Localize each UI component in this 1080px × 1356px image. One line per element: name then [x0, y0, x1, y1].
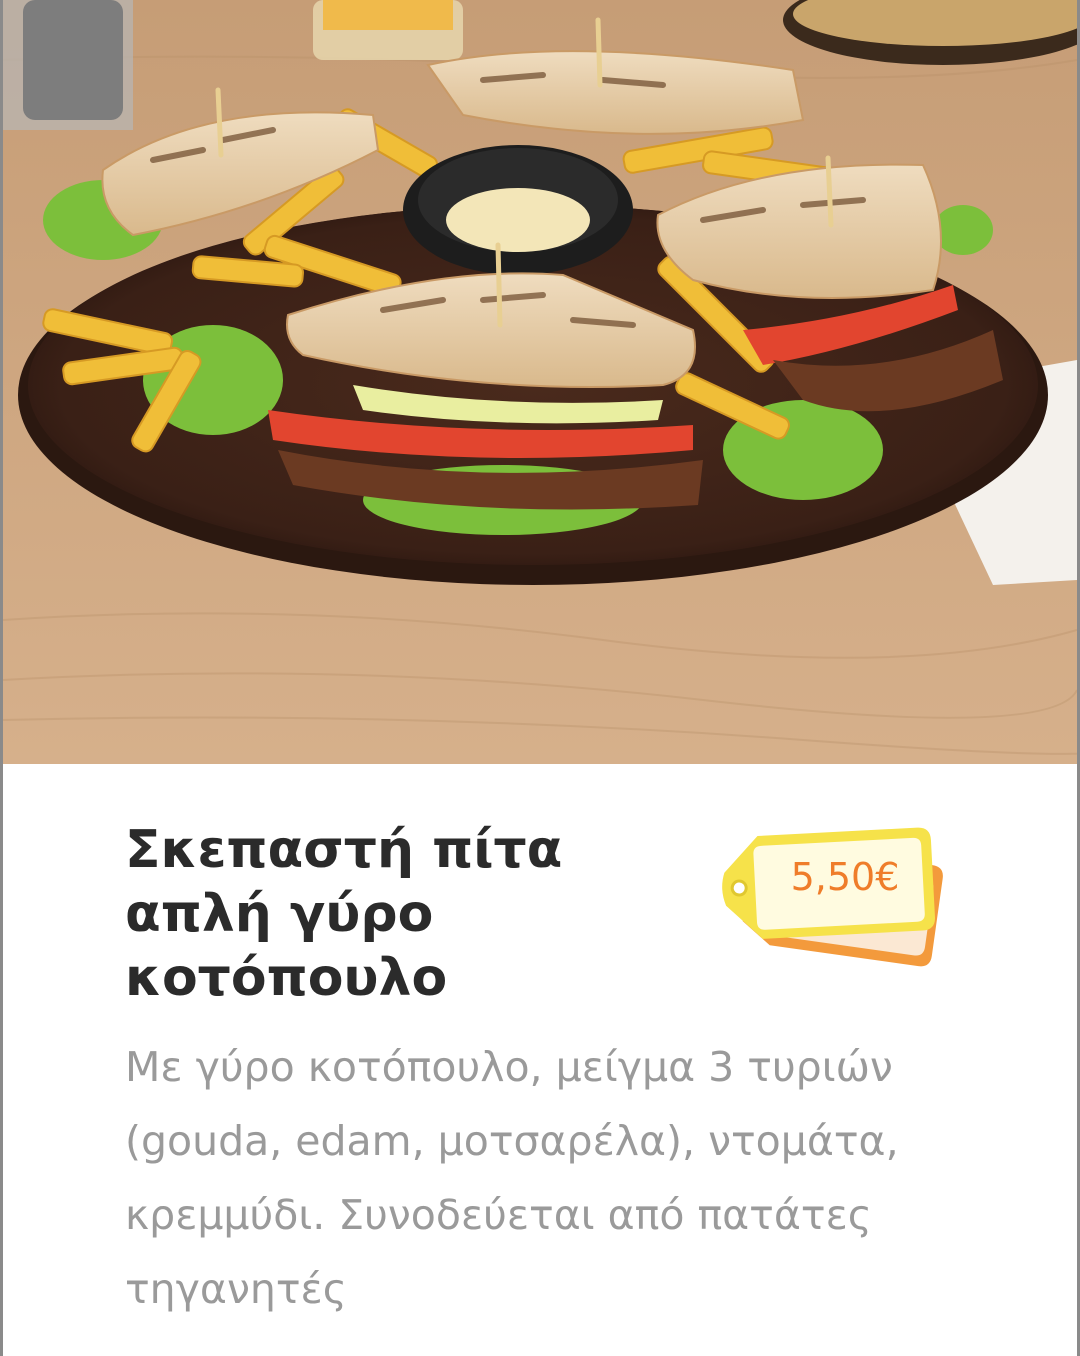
- item-description: Με γύρο κοτόπουλο, μείγμα 3 τυριών (goud…: [125, 1043, 899, 1313]
- food-photo: [3, 0, 1077, 764]
- menu-item-card[interactable]: Σκεπαστή πίτα απλή γύρο κοτόπουλο 5,50€ …: [0, 0, 1080, 1356]
- price-label: 5,50€: [790, 855, 900, 899]
- item-title: Σκεπαστή πίτα απλή γύρο κοτόπουλο: [125, 820, 563, 1008]
